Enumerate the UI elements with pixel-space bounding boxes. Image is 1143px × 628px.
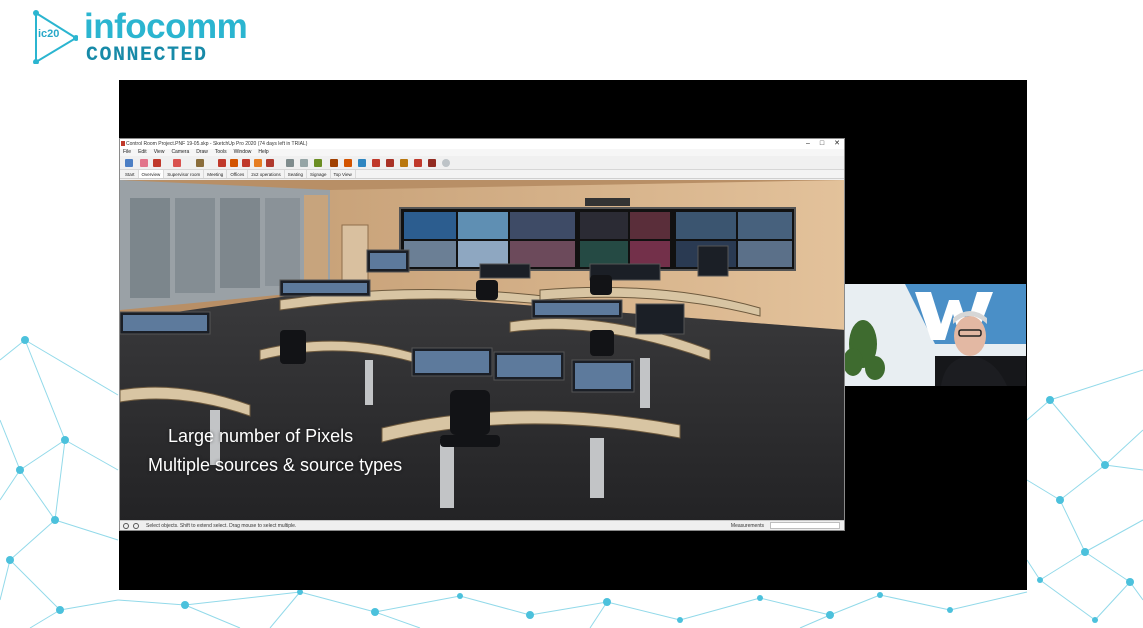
credit-icon[interactable] [133,523,139,529]
presenter-video [845,284,1026,386]
tab-2x2-operations[interactable]: 2x2 operations [248,170,285,178]
push-pull-icon[interactable] [196,159,204,167]
3d-viewport[interactable]: Large number of Pixels Multiple sources … [120,180,844,521]
tape-icon[interactable] [242,159,250,167]
menu-view[interactable]: View [154,149,165,156]
close-button[interactable]: ✕ [834,139,840,149]
zoom-extents-icon[interactable] [314,159,322,167]
tab-start[interactable]: Start [122,170,139,178]
styles-icon[interactable] [386,159,394,167]
info-icon[interactable] [123,523,129,529]
logo-badge: ic20 [38,28,60,40]
pencil-icon[interactable] [153,159,161,167]
zoom-icon[interactable] [300,159,308,167]
sketchup-window: Control Room Project.PNF 19-05.skp - Ske… [119,138,845,531]
menu-file[interactable]: File [123,149,131,156]
layers-icon[interactable] [428,159,436,167]
infocomm-logo: ic20 infocomm CONNECTED [32,8,272,68]
toolbar [120,156,844,170]
screen: ic20 infocomm CONNECTED Control Room Pro… [0,0,1143,628]
menu-help[interactable]: Help [258,149,268,156]
menu-tools[interactable]: Tools [215,149,227,156]
tab-meeting[interactable]: Meeting [204,170,228,178]
move-icon[interactable] [218,159,226,167]
tab-supervisor-room[interactable]: Supervisor room [164,170,205,178]
logo-brand-text: infocomm [84,7,248,46]
tab-signage[interactable]: Signage [307,170,331,178]
components-icon[interactable] [414,159,422,167]
measurements-input[interactable] [770,522,840,529]
title-bar: Control Room Project.PNF 19-05.skp - Ske… [120,139,844,149]
select-tool-icon[interactable] [125,159,133,167]
eraser-icon[interactable] [140,159,148,167]
status-text: Select objects. Shift to extend select. … [146,523,297,529]
paint-icon[interactable] [254,159,262,167]
rotate-icon[interactable] [230,159,238,167]
tab-offices[interactable]: Offices [227,170,249,178]
maximize-button[interactable]: □ [820,139,824,149]
tab-seating[interactable]: Seating [285,170,308,178]
scene-tabs: Start Overview Supervisor room Meeting O… [120,170,844,179]
menu-draw[interactable]: Draw [196,149,208,156]
slide-caption-line2: Multiple sources & source types [148,455,403,475]
shape-icon[interactable] [173,159,181,167]
logo-sub-text: CONNECTED [86,44,208,67]
measurements-label: Measurements [730,523,764,529]
window-title: Control Room Project.PNF 19-05.skp - Ske… [126,141,308,147]
geo-icon[interactable] [372,159,380,167]
sketchup-app-icon [121,141,125,146]
minimize-button[interactable]: – [806,139,810,149]
warehouse-icon[interactable] [330,159,338,167]
presenter-webcam [845,284,1026,386]
status-bar: Select objects. Shift to extend select. … [120,520,844,530]
orbit-icon[interactable] [266,159,274,167]
menu-camera[interactable]: Camera [171,149,189,156]
pan-icon[interactable] [286,159,294,167]
menu-window[interactable]: Window [234,149,252,156]
slide-caption-line1: Large number of Pixels [168,426,354,446]
menu-bar: File Edit View Camera Draw Tools Window … [120,149,844,156]
tab-overview[interactable]: Overview [138,170,165,178]
extension-icon[interactable] [344,159,352,167]
sections-icon[interactable] [400,159,408,167]
help-icon[interactable] [442,159,450,167]
menu-edit[interactable]: Edit [138,149,147,156]
tab-top-view[interactable]: Top View [331,170,356,178]
instructor-icon[interactable] [358,159,366,167]
